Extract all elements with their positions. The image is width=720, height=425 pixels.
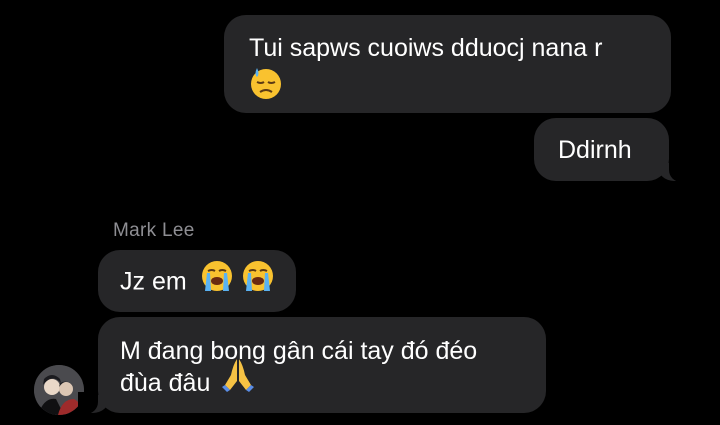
- message-text-line-1: M đang bong gân cái tay đó đéo: [120, 337, 478, 365]
- loudly-crying-face-icon: [241, 259, 275, 301]
- incoming-message-2[interactable]: M đang bong gân cái tay đó đéo đùa đâu: [78, 317, 546, 414]
- sender-name: Mark Lee: [113, 220, 195, 241]
- message-text: Tui sapws cuoiws dduocj nana r: [249, 34, 603, 62]
- outgoing-message-2[interactable]: Ddirnh: [534, 118, 689, 182]
- incoming-message-1[interactable]: Jz em: [98, 250, 296, 312]
- folded-hands-icon: [221, 357, 255, 401]
- downcast-face-with-sweat-icon: [249, 66, 283, 108]
- avatar-photo-icon: [34, 365, 84, 415]
- message-text: Ddirnh: [558, 136, 632, 164]
- message-text-line-2: đùa đâu: [120, 369, 211, 397]
- message-text: Jz em: [120, 267, 187, 296]
- loudly-crying-face-icon: [200, 259, 234, 301]
- avatar[interactable]: [34, 365, 84, 415]
- outgoing-message-1[interactable]: Tui sapws cuoiws dduocj nana r: [224, 15, 671, 113]
